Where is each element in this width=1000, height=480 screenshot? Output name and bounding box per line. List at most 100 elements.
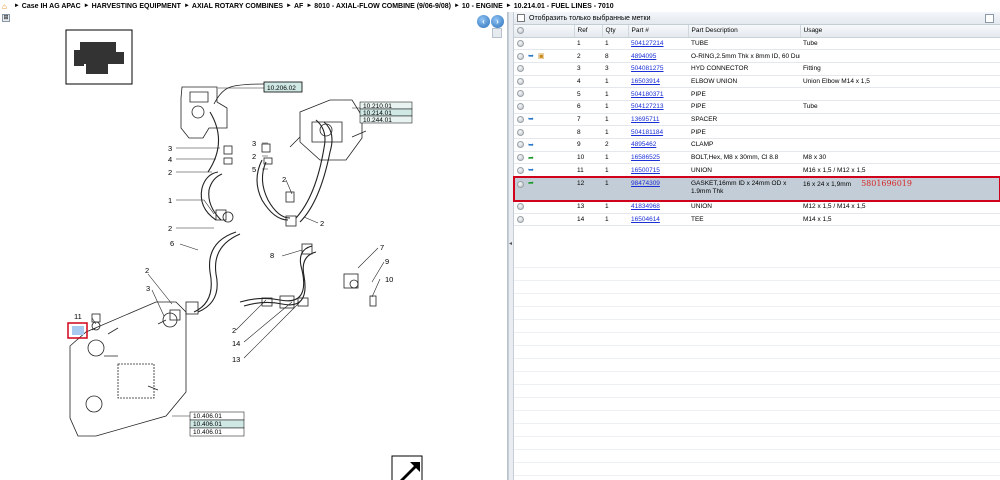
diagram-callout[interactable]: 11 xyxy=(74,312,82,321)
prev-page-button[interactable]: ‹ xyxy=(477,15,490,28)
breadcrumb-item[interactable]: 10.214.01 - FUEL LINES - 7010 xyxy=(514,3,614,10)
header-select-cell[interactable] xyxy=(514,25,575,38)
show-selected-checkbox[interactable] xyxy=(517,14,525,22)
row-select-icon[interactable] xyxy=(517,39,524,47)
row-select-icon[interactable] xyxy=(517,103,524,111)
table-row[interactable]: ➥ 11 1 16500715 UNION M16 x 1,5 / M12 x 1,5 xyxy=(514,163,1000,178)
row-select-icon[interactable] xyxy=(517,141,524,149)
diagram-callout[interactable]: 2 xyxy=(282,175,286,184)
part-number-link[interactable]: 16586525 xyxy=(631,154,660,161)
row-select-icon[interactable] xyxy=(517,52,524,60)
diagram-callout[interactable]: 7 xyxy=(380,243,384,252)
breadcrumb-item[interactable]: 8010 - AXIAL-FLOW COMBINE (9/06-9/08) xyxy=(314,3,451,10)
part-number-link[interactable]: 504180371 xyxy=(631,91,664,98)
table-row[interactable]: ➥ 9 2 4895462 CLAMP xyxy=(514,138,1000,152)
column-header[interactable]: Qty xyxy=(602,25,629,38)
part-number-link[interactable]: 504127213 xyxy=(631,103,664,110)
table-row[interactable]: 14 1 16504614 TEE M14 x 1,5 xyxy=(514,213,1000,227)
table-row[interactable]: ➦ 12 1 98474309 GASKET,16mm ID x 24mm OD x 1… xyxy=(513,175,1000,202)
reference-box-label[interactable]: 10.244.01 xyxy=(363,117,392,124)
part-number-link[interactable]: 16500715 xyxy=(631,167,660,174)
maximize-diagram-icon[interactable] xyxy=(492,28,502,38)
part-number-link[interactable]: 504081275 xyxy=(631,65,664,72)
part-number-link[interactable]: 41834968 xyxy=(631,203,660,210)
diagram-callout[interactable]: 1 xyxy=(168,196,172,205)
table-row[interactable]: ➦ 10 1 16586525 BOLT,Hex, M8 x 30mm, Cl 8.8 M… xyxy=(514,151,1000,165)
table-row[interactable]: ➥ 7 1 13695711 SPACER xyxy=(514,113,1000,127)
replacement-arrow-icon[interactable]: ➥ xyxy=(528,166,534,174)
select-all-icon[interactable] xyxy=(517,27,524,35)
breadcrumb-item[interactable]: Case IH AG APAC xyxy=(22,3,81,10)
breadcrumb-item[interactable]: AXIAL ROTARY COMBINES xyxy=(192,3,283,10)
part-number-link[interactable]: 504181184 xyxy=(631,129,663,136)
table-row[interactable]: 1 1 504127214 TUBE Tube xyxy=(514,37,1000,51)
part-number-link[interactable]: 16503914 xyxy=(631,78,660,85)
replacement-arrow-icon[interactable]: ➥ xyxy=(528,52,534,60)
column-header[interactable]: Usage xyxy=(800,25,1000,38)
diagram-callout[interactable]: 2 xyxy=(145,266,149,275)
table-row[interactable]: 6 1 504127213 PIPE Tube xyxy=(514,100,1000,114)
next-page-icon[interactable] xyxy=(391,455,423,480)
part-number-link[interactable]: 98474309 xyxy=(631,180,660,187)
diagram-callout[interactable]: 13 xyxy=(232,355,240,364)
reference-box-label[interactable]: 10.206.02 xyxy=(267,85,296,92)
breadcrumb-item[interactable]: AF xyxy=(294,3,303,10)
next-page-button[interactable]: › xyxy=(491,15,504,28)
reference-box-label[interactable]: 10.406.01 xyxy=(193,429,222,436)
row-select-icon[interactable] xyxy=(517,90,524,98)
diagram-callout[interactable]: 5 xyxy=(252,165,256,174)
diagram-callout[interactable]: 9 xyxy=(385,257,389,266)
table-row[interactable]: 5 1 504180371 PIPE xyxy=(514,87,1000,101)
reference-box-label[interactable]: 10.406.01 xyxy=(193,421,222,428)
diagram-callout[interactable]: 10 xyxy=(385,275,393,284)
row-select-icon[interactable] xyxy=(517,215,524,223)
part-number-link[interactable]: 13695711 xyxy=(631,116,659,123)
diagram-callout[interactable]: 2 xyxy=(320,219,324,228)
diagram-callout[interactable]: 3 xyxy=(146,284,150,293)
diagram-callout[interactable]: 2 xyxy=(168,168,172,177)
reference-boxes[interactable] xyxy=(189,81,413,437)
maximize-list-icon[interactable] xyxy=(985,14,994,23)
column-header[interactable]: Part Description xyxy=(688,25,801,38)
table-row[interactable]: 13 1 41834968 UNION M12 x 1,5 / M14 x 1,5 xyxy=(514,200,1000,214)
part-number-link[interactable]: 16504614 xyxy=(631,216,660,223)
reference-box-label[interactable]: 10.406.01 xyxy=(193,413,222,420)
diagram-callout[interactable]: 2 xyxy=(168,224,172,233)
table-row[interactable]: 4 1 16503914 ELBOW UNION Union Elbow M14 x 1… xyxy=(514,75,1000,89)
diagram-callout[interactable]: 6 xyxy=(170,239,174,248)
diagram-callout[interactable]: 3 xyxy=(252,139,256,148)
column-header[interactable]: Part # xyxy=(628,25,689,38)
diagram-callout[interactable]: 3 xyxy=(168,144,172,153)
row-select-icon[interactable] xyxy=(517,65,524,73)
kit-box-icon[interactable]: ▣ xyxy=(538,52,545,60)
row-select-icon[interactable] xyxy=(517,77,524,85)
substitute-arrow-icon[interactable]: ➦ xyxy=(528,180,534,188)
row-select-icon[interactable] xyxy=(517,154,524,162)
row-select-icon[interactable] xyxy=(517,203,524,211)
replacement-arrow-icon[interactable]: ➥ xyxy=(528,115,534,123)
part-number-link[interactable]: 4894095 xyxy=(631,53,656,60)
diagram-callout[interactable]: 4 xyxy=(168,155,172,164)
panel-resize-icon[interactable]: ⊞ xyxy=(2,14,10,22)
row-select-icon[interactable] xyxy=(517,180,524,188)
table-row[interactable]: 8 1 504181184 PIPE xyxy=(514,125,1000,139)
table-row[interactable]: ➥ ▣ 2 8 4894095 O-RING,2.5mm Thk x 8mm ID, 60… xyxy=(514,49,1000,63)
home-icon[interactable]: ⌂ xyxy=(2,2,7,11)
replacement-arrow-icon[interactable]: ➥ xyxy=(528,141,534,149)
row-select-icon[interactable] xyxy=(517,115,524,123)
diagram-callout[interactable]: 2 xyxy=(252,152,256,161)
row-select-icon[interactable] xyxy=(517,166,524,174)
column-header[interactable]: Ref xyxy=(574,25,603,38)
part-number-link[interactable]: 504127214 xyxy=(631,40,664,47)
part-number-link[interactable]: 4895462 xyxy=(631,141,656,148)
reference-box-label[interactable]: 10.214.01 xyxy=(363,110,392,117)
substitute-arrow-icon[interactable]: ➦ xyxy=(528,154,534,162)
breadcrumb-item[interactable]: 10 - ENGINE xyxy=(462,3,503,10)
reference-box-label[interactable]: 10.210.01 xyxy=(363,103,392,110)
diagram-callout[interactable]: 14 xyxy=(232,339,240,348)
row-select-icon[interactable] xyxy=(517,128,524,136)
table-row[interactable]: 3 3 504081275 HYD CONNECTOR Fitting xyxy=(514,62,1000,76)
breadcrumb-item[interactable]: HARVESTING EQUIPMENT xyxy=(92,3,181,10)
diagram-callout[interactable]: 2 xyxy=(232,326,236,335)
diagram-callout[interactable]: 8 xyxy=(270,251,274,260)
